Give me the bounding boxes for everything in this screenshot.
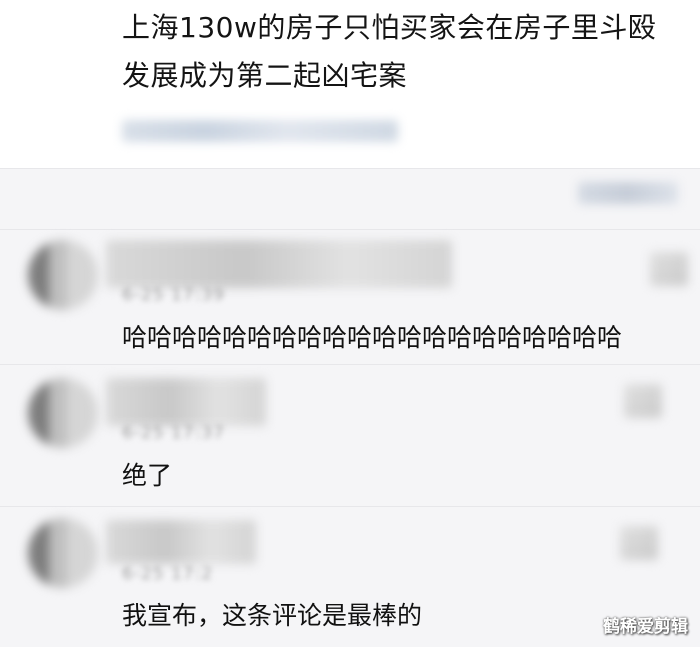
comment-username[interactable] [106, 520, 256, 564]
comment-timestamp: 6-25 17:2 [122, 564, 214, 584]
comment-username[interactable] [106, 240, 452, 288]
post-meta-redacted [122, 120, 398, 142]
comment-text: 绝了 [122, 461, 173, 490]
watermark: 鹤稀爱剪辑 [603, 617, 688, 637]
avatar[interactable] [28, 518, 98, 588]
comment-text: 我宣布，这条评论是最棒的 [122, 601, 423, 630]
divider [0, 168, 700, 169]
comment-text: 哈哈哈哈哈哈哈哈哈哈哈哈哈哈哈哈哈哈哈哈 [122, 323, 623, 352]
comment-sort-toggle[interactable] [578, 182, 678, 204]
divider [0, 506, 700, 507]
avatar[interactable] [28, 378, 98, 448]
like-icon[interactable] [620, 526, 658, 560]
comment-username[interactable] [106, 378, 266, 426]
like-icon[interactable] [624, 384, 662, 418]
divider [0, 364, 700, 365]
avatar[interactable] [28, 240, 98, 310]
divider [0, 229, 700, 230]
post-title: 上海130w的房子只怕买家会在房子里斗殴发展成为第二起凶宅案 [122, 11, 657, 92]
comment-timestamp: 6-25 17:37 [122, 423, 225, 443]
post-card: 上海130w的房子只怕买家会在房子里斗殴发展成为第二起凶宅案 [0, 0, 700, 168]
comment-timestamp: 6-25 17:39 [122, 285, 225, 305]
like-icon[interactable] [650, 252, 688, 286]
